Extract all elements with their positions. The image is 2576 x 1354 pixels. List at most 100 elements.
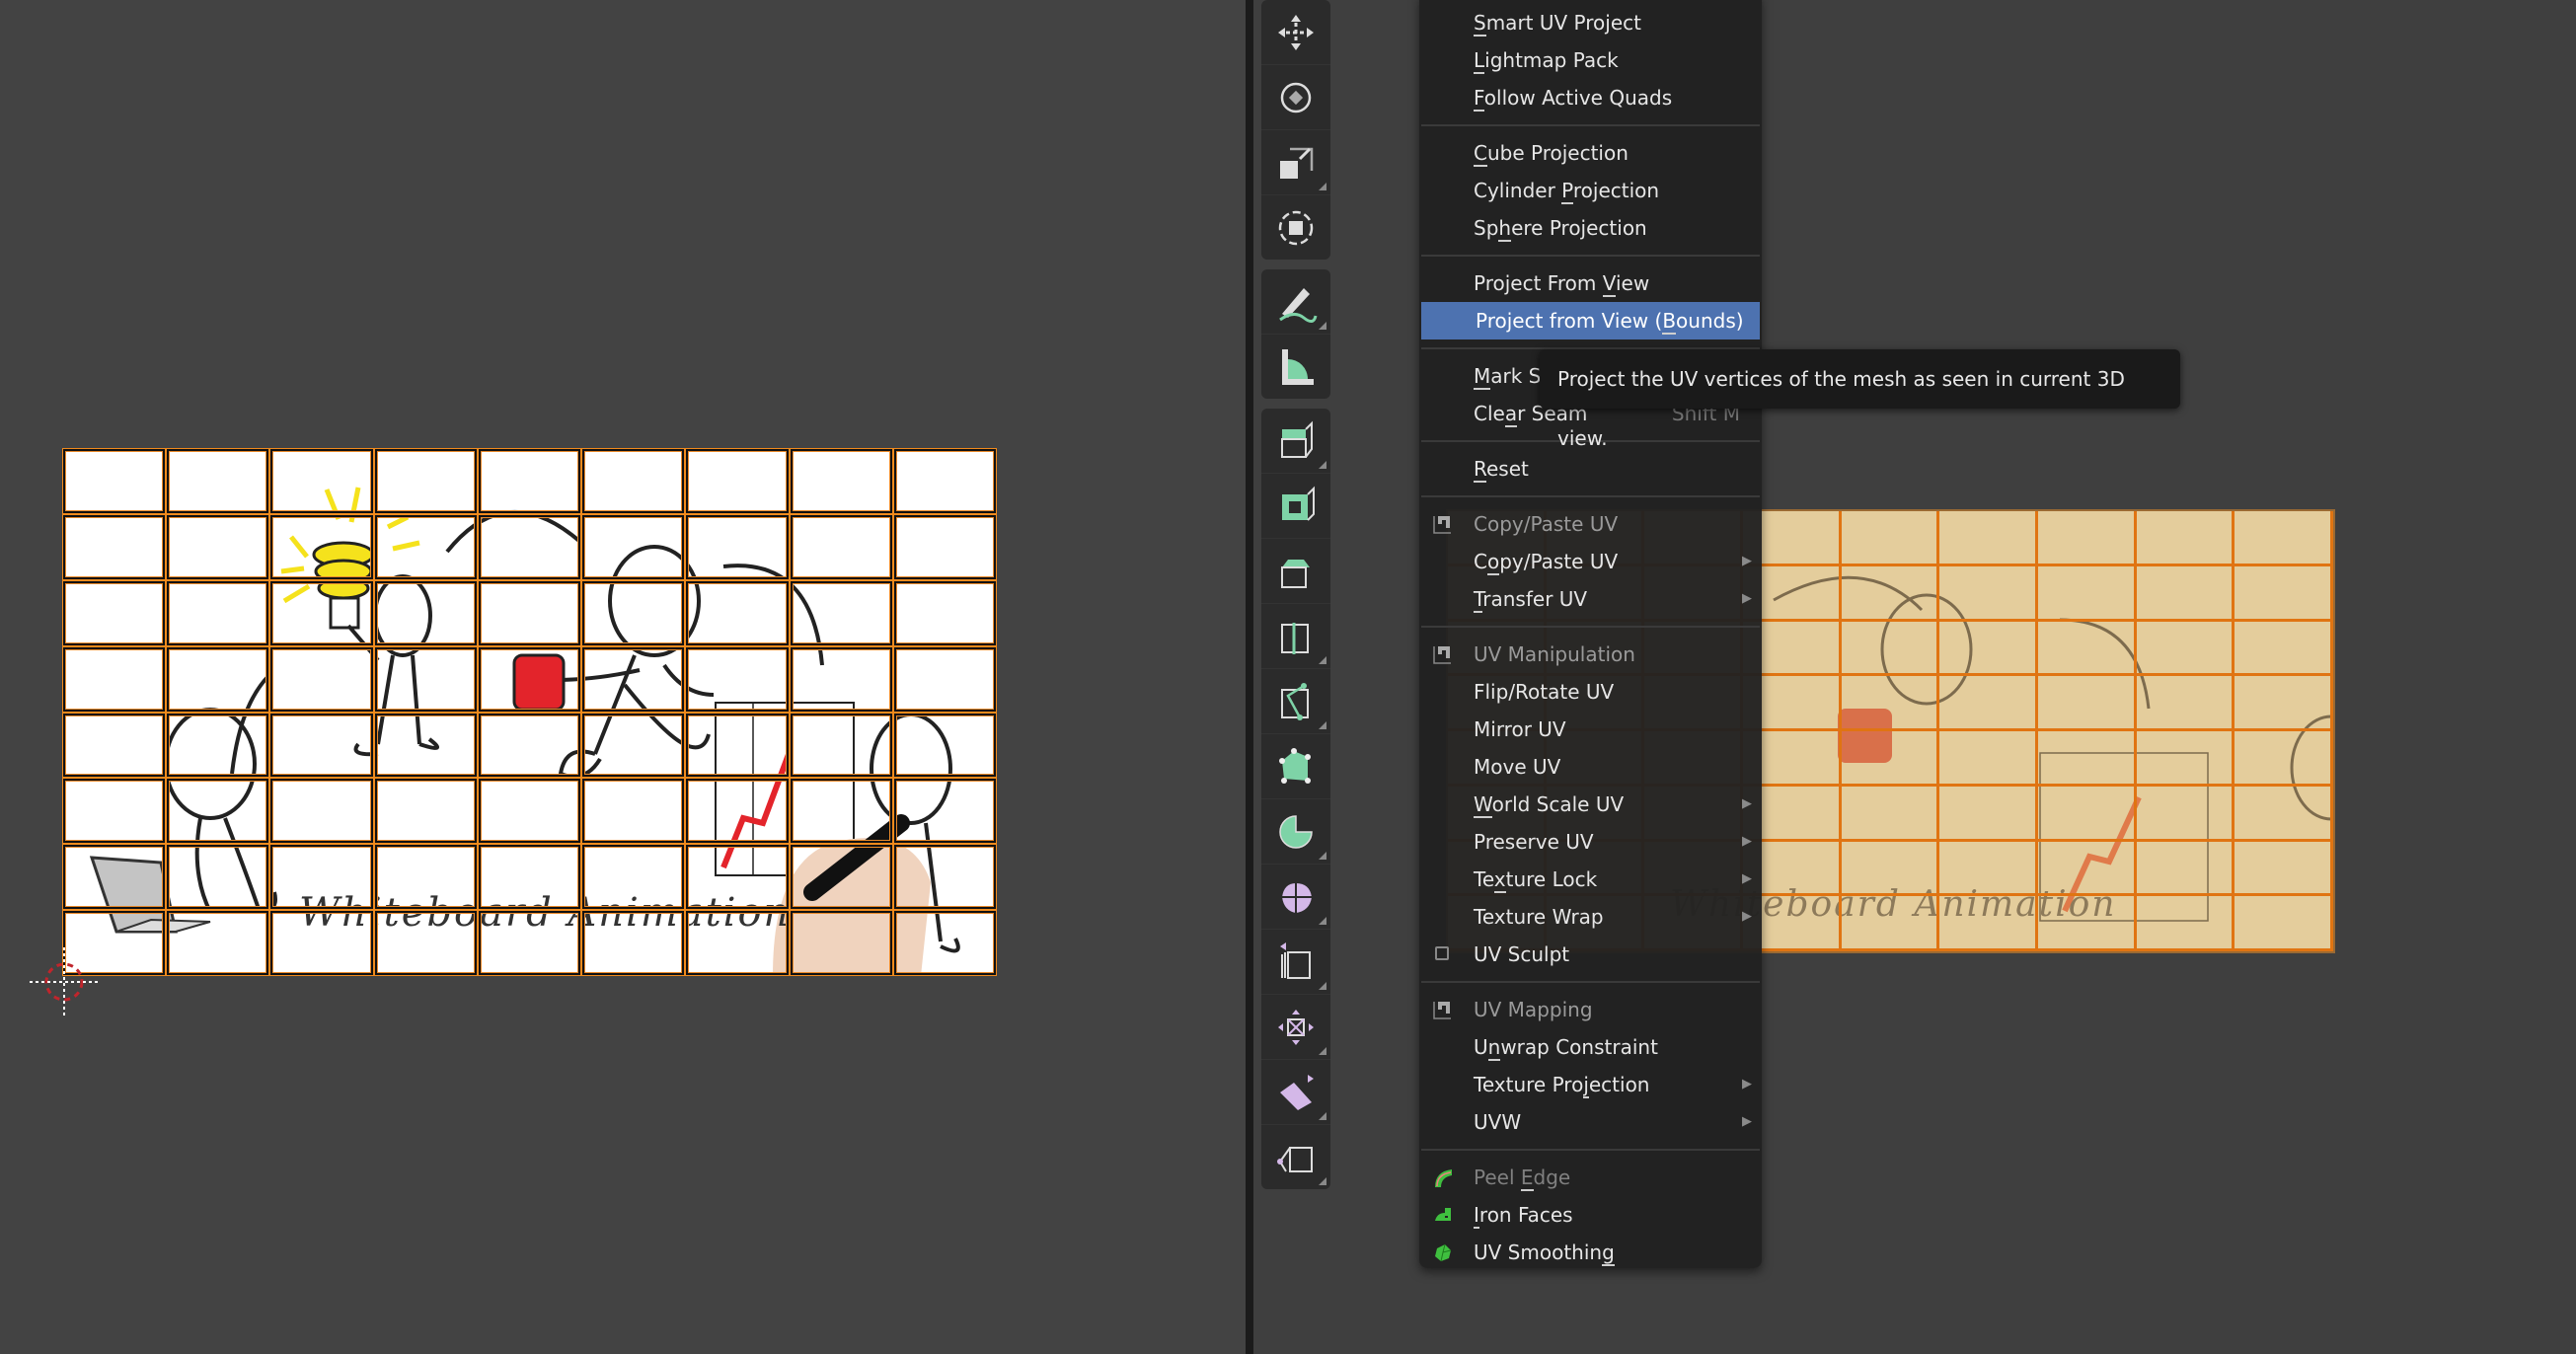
uv-face[interactable] xyxy=(684,777,791,846)
uv-face[interactable] xyxy=(476,578,583,647)
uv-face[interactable] xyxy=(372,448,479,515)
uv-face[interactable] xyxy=(580,909,687,976)
uv-face[interactable] xyxy=(268,644,375,714)
poly-build-tool-button[interactable] xyxy=(1261,734,1330,799)
menu-item-cube-projection[interactable]: Cube Projection xyxy=(1419,134,1762,172)
uv-face[interactable] xyxy=(268,711,375,780)
uv-face[interactable] xyxy=(684,843,791,912)
menu-item-unwrap-constraint[interactable]: Unwrap Constraint xyxy=(1419,1028,1762,1066)
uv-mesh-grid[interactable] xyxy=(62,448,997,976)
checkbox[interactable] xyxy=(1435,946,1449,960)
uv-face[interactable] xyxy=(580,711,687,780)
uv-face[interactable] xyxy=(62,843,168,912)
menu-item-lightmap-pack[interactable]: Lightmap Pack xyxy=(1419,41,1762,79)
uv-face[interactable] xyxy=(684,644,791,714)
uv-face[interactable] xyxy=(580,448,687,515)
uv-face[interactable] xyxy=(476,843,583,912)
uv-face[interactable] xyxy=(165,909,271,976)
menu-item-copy-paste-uv[interactable]: Copy/Paste UV ▶ xyxy=(1419,543,1762,580)
uv-face[interactable] xyxy=(62,644,168,714)
uv-face[interactable] xyxy=(684,711,791,780)
uv-face[interactable] xyxy=(891,909,997,976)
uv-face[interactable] xyxy=(788,578,894,647)
measure-tool-button[interactable] xyxy=(1261,335,1330,399)
menu-item-transfer-uv[interactable]: Transfer UV ▶ xyxy=(1419,580,1762,618)
shear-tool-button[interactable] xyxy=(1261,1060,1330,1125)
uv-editor[interactable]: Whiteboard Animation xyxy=(0,0,1246,1354)
uv-face[interactable] xyxy=(372,711,479,780)
uv-face[interactable] xyxy=(788,448,894,515)
uv-face[interactable] xyxy=(788,843,894,912)
menu-item-sphere-projection[interactable]: Sphere Projection xyxy=(1419,209,1762,247)
uv-face[interactable] xyxy=(165,711,271,780)
uv-face[interactable] xyxy=(580,512,687,581)
uv-face[interactable] xyxy=(372,909,479,976)
menu-item-cylinder-projection[interactable]: Cylinder Projection xyxy=(1419,172,1762,209)
uv-face[interactable] xyxy=(788,512,894,581)
uv-face[interactable] xyxy=(476,644,583,714)
uv-face[interactable] xyxy=(476,512,583,581)
uv-face[interactable] xyxy=(372,512,479,581)
uv-face[interactable] xyxy=(788,711,894,780)
uv-face[interactable] xyxy=(476,909,583,976)
uv-face[interactable] xyxy=(62,711,168,780)
uv-face[interactable] xyxy=(476,777,583,846)
loop-cut-tool-button[interactable] xyxy=(1261,604,1330,669)
uv-face[interactable] xyxy=(580,578,687,647)
scale-tool-button[interactable] xyxy=(1261,130,1330,195)
edge-slide-tool-button[interactable] xyxy=(1261,930,1330,995)
uv-face[interactable] xyxy=(476,711,583,780)
uv-face[interactable] xyxy=(476,448,583,515)
uv-face[interactable] xyxy=(62,512,168,581)
uv-face[interactable] xyxy=(62,578,168,647)
menu-item-project-from-view-bounds[interactable]: Project from View (Bounds) xyxy=(1421,302,1760,339)
uv-face[interactable] xyxy=(268,777,375,846)
uv-face[interactable] xyxy=(165,644,271,714)
uv-face[interactable] xyxy=(165,777,271,846)
uv-face[interactable] xyxy=(580,843,687,912)
smooth-tool-button[interactable] xyxy=(1261,865,1330,930)
bevel-tool-button[interactable] xyxy=(1261,539,1330,604)
menu-item-flip-rotate-uv[interactable]: Flip/Rotate UV xyxy=(1419,673,1762,711)
uv-face[interactable] xyxy=(891,711,997,780)
uv-face[interactable] xyxy=(891,578,997,647)
uv-face[interactable] xyxy=(165,843,271,912)
uv-face[interactable] xyxy=(165,512,271,581)
move-tool-button[interactable] xyxy=(1261,0,1330,65)
uv-face[interactable] xyxy=(788,644,894,714)
menu-item-texture-lock[interactable]: Texture Lock ▶ xyxy=(1419,861,1762,898)
annotate-tool-button[interactable] xyxy=(1261,269,1330,335)
menu-item-follow-active-quads[interactable]: Follow Active Quads xyxy=(1419,79,1762,116)
rotate-tool-button[interactable] xyxy=(1261,65,1330,130)
uv-face[interactable] xyxy=(580,777,687,846)
uv-face[interactable] xyxy=(62,448,168,515)
uv-face[interactable] xyxy=(891,777,997,846)
uv-face[interactable] xyxy=(891,644,997,714)
uv-face[interactable] xyxy=(372,578,479,647)
area-divider[interactable] xyxy=(1246,0,1253,1354)
menu-item-world-scale-uv[interactable]: World Scale UV ▶ xyxy=(1419,786,1762,823)
shrink-fatten-tool-button[interactable] xyxy=(1261,995,1330,1060)
uv-face[interactable] xyxy=(372,644,479,714)
menu-item-smart-uv-project[interactable]: Smart UV Project xyxy=(1419,4,1762,41)
uv-face[interactable] xyxy=(268,448,375,515)
menu-item-uv-sculpt[interactable]: UV Sculpt xyxy=(1419,936,1762,973)
knife-tool-button[interactable] xyxy=(1261,669,1330,734)
uv-face[interactable] xyxy=(165,578,271,647)
uv-face[interactable] xyxy=(268,843,375,912)
menu-item-texture-projection[interactable]: Texture Projection ▶ xyxy=(1419,1066,1762,1103)
menu-item-preserve-uv[interactable]: Preserve UV ▶ xyxy=(1419,823,1762,861)
uv-face[interactable] xyxy=(684,578,791,647)
uv-face[interactable] xyxy=(788,777,894,846)
uv-face[interactable] xyxy=(268,512,375,581)
uv-face[interactable] xyxy=(891,512,997,581)
uv-face[interactable] xyxy=(62,777,168,846)
uv-face[interactable] xyxy=(268,578,375,647)
extrude-region-tool-button[interactable] xyxy=(1261,409,1330,474)
menu-item-uv-smoothing[interactable]: UV Smoothing xyxy=(1419,1234,1762,1271)
uv-face[interactable] xyxy=(891,448,997,515)
uv-face[interactable] xyxy=(372,777,479,846)
menu-item-project-from-view[interactable]: Project From View xyxy=(1419,264,1762,302)
menu-item-texture-wrap[interactable]: Texture Wrap ▶ xyxy=(1419,898,1762,936)
uv-face[interactable] xyxy=(891,843,997,912)
